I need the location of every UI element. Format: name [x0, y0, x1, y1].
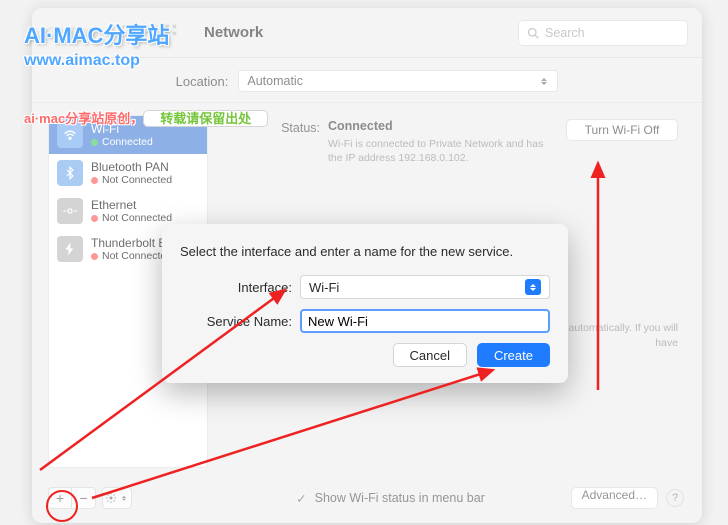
watermark-url: www.aimac.top: [24, 52, 169, 70]
watermark-note: ai·mac分享站原创，转载请保留出处: [24, 108, 268, 127]
chevron-updown-icon: [525, 279, 541, 295]
interface-select[interactable]: Wi-Fi: [300, 275, 550, 299]
service-name-input[interactable]: [300, 309, 550, 333]
create-button[interactable]: Create: [477, 343, 550, 367]
interface-label: Interface:: [180, 280, 292, 295]
service-name-label: Service Name:: [180, 314, 292, 329]
new-service-sheet: Select the interface and enter a name fo…: [162, 224, 568, 383]
sheet-message: Select the interface and enter a name fo…: [180, 244, 550, 259]
watermark: AI·MAC分享站 www.aimac.top: [24, 18, 169, 70]
watermark-title: AI·MAC分享站: [24, 18, 169, 50]
cancel-button[interactable]: Cancel: [393, 343, 467, 367]
interface-value: Wi-Fi: [309, 280, 339, 295]
